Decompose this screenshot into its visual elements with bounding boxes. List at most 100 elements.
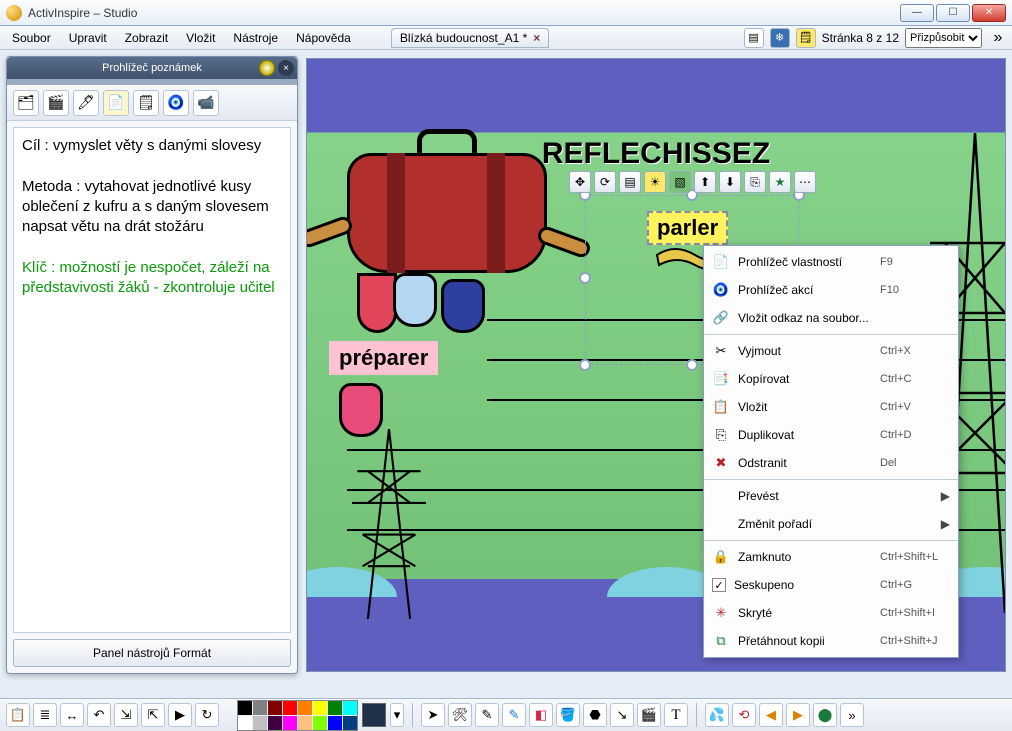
obj-tool-edit[interactable]: ☀ xyxy=(644,171,666,193)
obj-tool-menu[interactable]: ▤ xyxy=(619,171,641,193)
connector-tool-icon[interactable]: ↘ xyxy=(610,703,634,727)
resize-handle-w[interactable] xyxy=(579,272,591,284)
color-swatch[interactable] xyxy=(298,701,312,715)
color-swatch[interactable] xyxy=(328,701,342,715)
color-swatch[interactable] xyxy=(343,716,357,730)
notes-tool-1[interactable]: 🗂 xyxy=(13,90,39,116)
context-menu-item[interactable]: ✖OdstranitDel xyxy=(704,449,958,477)
document-tab[interactable]: Blízká budoucnost_A1 * × xyxy=(391,28,549,48)
bb-refresh-icon[interactable]: ↻ xyxy=(195,703,219,727)
insert-media-icon[interactable]: 🎬 xyxy=(637,703,661,727)
color-swatch[interactable] xyxy=(268,716,282,730)
bb-play-icon[interactable]: ▶ xyxy=(168,703,192,727)
glove-icon[interactable] xyxy=(339,383,383,437)
resize-handle-sw[interactable] xyxy=(579,359,591,371)
color-swatch[interactable] xyxy=(313,701,327,715)
spray-tool-icon[interactable]: 💦 xyxy=(705,703,729,727)
menu-zobrazit[interactable]: Zobrazit xyxy=(117,28,176,48)
page-canvas[interactable]: REFLECHISSEZ xyxy=(306,58,1006,672)
bb-export-icon[interactable]: ⇱ xyxy=(141,703,165,727)
color-swatch[interactable] xyxy=(313,716,327,730)
annotate-icon[interactable]: ▤ xyxy=(744,28,764,48)
color-swatch[interactable] xyxy=(253,701,267,715)
notes-tool-3[interactable]: 🖊 xyxy=(73,90,99,116)
context-menu-item[interactable]: ⎘DuplikovatCtrl+D xyxy=(704,421,958,449)
sticky-note-icon[interactable]: 🗒 xyxy=(796,28,816,48)
notes-tool-6[interactable]: 🧿 xyxy=(163,90,189,116)
notes-panel-title[interactable]: Prohlížeč poznámek × xyxy=(7,57,297,79)
obj-tool-rotate[interactable]: ⟳ xyxy=(594,171,616,193)
snowflake-icon[interactable]: ❄ xyxy=(770,28,790,48)
color-swatch[interactable] xyxy=(238,701,252,715)
obj-tool-front[interactable]: ⬆ xyxy=(694,171,716,193)
maximize-button[interactable]: ☐ xyxy=(936,4,970,22)
sticker-parler[interactable]: parler xyxy=(647,211,728,245)
select-tool-icon[interactable]: ➤ xyxy=(421,703,445,727)
color-swatch[interactable] xyxy=(283,701,297,715)
context-menu-item[interactable]: Změnit pořadí▶ xyxy=(704,510,958,538)
menu-soubor[interactable]: Soubor xyxy=(4,28,59,48)
context-menu-item[interactable]: 🔗Vložit odkaz na soubor... xyxy=(704,304,958,332)
pin-icon[interactable] xyxy=(259,60,275,76)
reset-tool-icon[interactable]: ⟲ xyxy=(732,703,756,727)
fill-tool-icon[interactable]: 🪣 xyxy=(556,703,580,727)
obj-tool-move[interactable]: ✥ xyxy=(569,171,591,193)
zoom-select[interactable]: Přizpůsobit xyxy=(905,28,982,48)
menu-napoveda[interactable]: Nápověda xyxy=(288,28,359,48)
context-menu-item[interactable]: ⧉Přetáhnout kopiiCtrl+Shift+J xyxy=(704,627,958,655)
prev-page-icon[interactable]: ◀ xyxy=(759,703,783,727)
color-swatch[interactable] xyxy=(268,701,282,715)
highlighter-tool-icon[interactable]: ✎ xyxy=(502,703,526,727)
bb-list-icon[interactable]: ≣ xyxy=(33,703,57,727)
color-palette[interactable] xyxy=(237,700,358,731)
bb-import-icon[interactable]: ⇲ xyxy=(114,703,138,727)
suitcase-graphic[interactable] xyxy=(317,123,587,323)
obj-tool-back[interactable]: ⬇ xyxy=(719,171,741,193)
obj-tool-more[interactable]: ⋯ xyxy=(794,171,816,193)
context-menu-item[interactable]: 📑KopírovatCtrl+C xyxy=(704,365,958,393)
notes-tool-7[interactable]: 📹 xyxy=(193,90,219,116)
context-menu-item[interactable]: 📄Prohlížeč vlastnostíF9 xyxy=(704,248,958,276)
current-color-swatch[interactable] xyxy=(362,703,386,727)
bb-paste-icon[interactable]: 📋 xyxy=(6,703,30,727)
context-menu-item[interactable]: ✂VyjmoutCtrl+X xyxy=(704,337,958,365)
tab-close-icon[interactable]: × xyxy=(533,31,540,45)
obj-tool-group[interactable]: ▧ xyxy=(669,171,691,193)
shape-tool-icon[interactable]: ⬣ xyxy=(583,703,607,727)
bb-undo-icon[interactable]: ↶ xyxy=(87,703,111,727)
notes-tool-selected[interactable]: 📄 xyxy=(103,90,129,116)
color-swatch[interactable] xyxy=(298,716,312,730)
tools-icon[interactable]: 🛠 xyxy=(448,703,472,727)
pen-tool-icon[interactable]: ✎ xyxy=(475,703,499,727)
color-swatch[interactable] xyxy=(238,716,252,730)
context-menu-item[interactable]: ✓SeskupenoCtrl+G xyxy=(704,571,958,599)
menu-upravit[interactable]: Upravit xyxy=(61,28,115,48)
notes-body[interactable]: Cíl : vymyslet věty s danými slovesy Met… xyxy=(13,127,291,633)
context-menu-item[interactable]: 📋VložitCtrl+V xyxy=(704,393,958,421)
overflow-tools-icon[interactable]: » xyxy=(840,703,864,727)
close-button[interactable]: ✕ xyxy=(972,4,1006,22)
context-menu-item[interactable]: ✳SkrytéCtrl+Shift+I xyxy=(704,599,958,627)
bb-width-icon[interactable]: ↔ xyxy=(60,703,84,727)
next-page-icon[interactable]: ▶ xyxy=(786,703,810,727)
notes-format-toolbar-button[interactable]: Panel nástrojů Formát xyxy=(13,639,291,667)
menu-vlozit[interactable]: Vložit xyxy=(178,28,223,48)
context-menu-item[interactable]: 🧿Prohlížeč akcíF10 xyxy=(704,276,958,304)
context-menu-item[interactable]: 🔒ZamknutoCtrl+Shift+L xyxy=(704,543,958,571)
obj-tool-dup[interactable]: ⎘ xyxy=(744,171,766,193)
text-tool-icon[interactable]: T xyxy=(664,703,688,727)
color-swatch[interactable] xyxy=(283,716,297,730)
sticker-preparer[interactable]: préparer xyxy=(329,341,438,375)
notes-close-icon[interactable]: × xyxy=(278,60,294,76)
notes-handle[interactable] xyxy=(7,79,297,85)
eraser-tool-icon[interactable]: ◧ xyxy=(529,703,553,727)
minimize-button[interactable]: — xyxy=(900,4,934,22)
notes-tool-2[interactable]: 🎬 xyxy=(43,90,69,116)
color-swatch[interactable] xyxy=(328,716,342,730)
context-menu-item[interactable]: Převést▶ xyxy=(704,482,958,510)
vote-tool-icon[interactable]: ⬤ xyxy=(813,703,837,727)
color-swatch[interactable] xyxy=(343,701,357,715)
resize-handle-s[interactable] xyxy=(686,359,698,371)
menu-nastroje[interactable]: Nástroje xyxy=(225,28,286,48)
color-swatch[interactable] xyxy=(253,716,267,730)
